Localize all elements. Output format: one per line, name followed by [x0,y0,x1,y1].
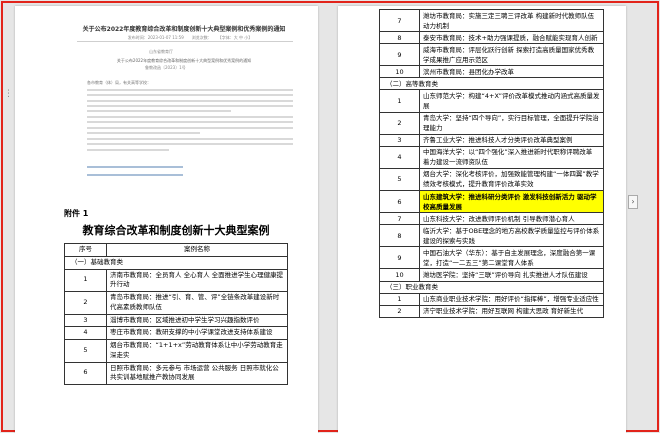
row-number: 4 [379,145,420,169]
row-number: 9 [379,43,420,67]
case-name: 青岛大学：坚持“四个导向”，实行目标管理，全面提升学院治理能力 [419,111,604,135]
case-name: 山东科技大学：改进教师评价机制 引导教师潜心育人 [419,212,604,226]
row-number: 6 [379,189,420,214]
table-header-row: 序号 案例名称 [64,243,288,257]
notice-doc-number: 鲁教改函〔2023〕1号 [145,65,186,70]
row-number: 1 [379,292,420,306]
section-label: （一）基础教育类 [64,255,288,270]
section-label: （三）职业教育类 [379,280,604,294]
row-number: 2 [379,304,420,318]
row-number: 1 [379,89,420,113]
notice-paragraph [87,116,293,137]
case-name: 山东师范大学：构建“4+X”评价改革模式推动内涵式高质量发展 [419,89,604,113]
row-number: 3 [64,313,107,328]
case-name: 青岛市教育局：推进“引、育、管、评”全链条改革建设新时代高素质教师队伍 [106,291,288,315]
table-row: 5 烟台市教育局：“1+1+x”劳动教育体系让中小学劳动教育走深走实 [64,339,288,363]
table-row: 4 枣庄市教育局：教研支撑的中小学课堂改进支持体系建设 [64,326,288,340]
table-row: 10 滨州市教育局：县团化办学改革 [379,65,604,79]
notice-subtitle: 关于公布2022年度教育综合改革和制度创新十大典型案例和优秀案例的通知 [116,58,252,63]
row-number: 1 [64,268,107,292]
case-name: 淄博市教育局：区域推进初中学生学习兴趣指数评价 [106,313,288,328]
table-row: 3 齐鲁工业大学：推进科技人才分类评价改革典型案例 [379,133,604,147]
case-name: 济南市教育局：全员育人 全心育人 全面推进学生心理健康提升行动 [106,268,288,292]
table-row: 2 青岛市教育局：推进“引、育、管、评”全链条改革建设新时代高素质教师队伍 [64,291,288,315]
case-name: 滨州市教育局：县团化办学改革 [419,65,604,79]
row-number: 6 [64,361,107,385]
section-label: （二）高等教育类 [379,77,604,91]
notice-paragraph [87,138,293,154]
row-number: 4 [64,326,107,340]
case-name: 中国海洋大学：以“四个强化”深入推进新时代职称评聘改革 着力建设一流师资队伍 [419,145,604,169]
case-name: 潍坊市教育局：实施三定三聘三评改革 构建新时代教师队伍动力机制 [419,8,604,33]
column-header-no: 序号 [64,243,107,257]
table-row-highlighted: 6 山东建筑大学：推进科研分类评价 激发科技创新活力 驱动学校高质量发展 [379,189,604,214]
drag-handle-icon[interactable]: ⋮⋮ [4,90,21,104]
case-name: 泰安市教育局：技术+助力强课提质，融合赋能实现育人创新 [419,31,604,45]
table-row: 2 济宁职业技术学院：用好互联网 构建大思政 育好新生代 [379,304,604,318]
table-row: 1 济南市教育局：全员育人 全心育人 全面推进学生心理健康提升行动 [64,268,288,292]
case-name: 中国石油大学（华东）：基于自主发展理念，深度融合第一课堂，打造“一二五三”第二课… [419,246,604,270]
case-name: 临沂大学：基于OBE理念的地方高校教学质量监控与评价体系建设的探索与实践 [419,224,604,248]
divider [77,41,293,42]
case-name: 烟台大学：深化考核评价，加强致能管理构建“一体四翼”教学绩效考核模式，提升教育评… [419,167,604,192]
row-number: 8 [379,224,420,248]
row-number: 2 [379,111,420,135]
row-number: 9 [379,246,420,270]
row-number: 7 [379,8,420,33]
case-name: 枣庄市教育局：教研支撑的中小学课堂改进支持体系建设 [106,326,288,340]
table-row: 1 山东商业职业技术学院：用好评价“指挥棒”，增强专业适应性 [379,292,604,306]
table-row: 4 中国海洋大学：以“四个强化”深入推进新时代职称评聘改革 着力建设一流师资队伍 [379,145,604,169]
attachment-links[interactable] [87,166,183,182]
row-number: 10 [379,268,420,282]
notice-source: 山东省教育厅 [149,49,173,54]
cases-table-right: 7 潍坊市教育局：实施三定三聘三评改革 构建新时代教师队伍动力机制 8 泰安市教育局… [379,8,604,318]
case-name: 齐鲁工业大学：推进科技人才分类评价改革典型案例 [419,133,604,147]
annex-title: 教育综合改革和制度创新十大典型案例 [82,224,270,237]
table-row: 1 山东师范大学：构建“4+X”评价改革模式推动内涵式高质量发展 [379,89,604,113]
table-row: 7 潍坊市教育局：实施三定三聘三评改革 构建新时代教师队伍动力机制 [379,8,604,33]
case-name-highlighted: 山东建筑大学：推进科研分类评价 激发科技创新活力 驱动学校高质量发展 [419,189,604,214]
attachment-link[interactable] [87,166,183,168]
table-row: 9 中国石油大学（华东）：基于自主发展理念，深度融合第一课堂，打造“一二五三”第二… [379,246,604,270]
table-row: 3 淄博市教育局：区域推进初中学生学习兴趣指数评价 [64,313,288,328]
table-row: 10 潍坊医学院：坚持“三联”评价导向 扎实推进人才队伍建设 [379,268,604,282]
case-name: 济宁职业技术学院：用好互联网 构建大思政 育好新生代 [419,304,604,318]
table-row: 8 临沂大学：基于OBE理念的地方高校教学质量监控与评价体系建设的探索与实践 [379,224,604,248]
section-row: （一）基础教育类 [64,255,288,270]
notice-greeting: 各市教育（体）局，有关高等学校： [87,80,151,85]
row-number: 7 [379,212,420,226]
notice-paragraph [87,89,293,115]
annex-label: 附件 1 [64,209,89,218]
row-number: 5 [379,167,420,192]
case-name: 日照市教育局：多元参与 市场运营 公共服务 日照市就化公共实训基地赋推产教协同发… [106,361,288,385]
table-row: 2 青岛大学：坚持“四个导向”，实行目标管理，全面提升学院治理能力 [379,111,604,135]
cases-table-left: 序号 案例名称 （一）基础教育类 1 济南市教育局：全员育人 全心育人 全面推进学… [64,243,288,385]
side-collapse-icon[interactable]: › [628,195,638,209]
notice-title: 关于公布2022年度教育综合改革和制度创新十大典型案例和优秀案例的通知 [82,26,286,33]
case-name: 威海市教育局：评层化跃行创新 探索打造高质量国家优秀教学成果推广应用示范区 [419,43,604,67]
row-number: 8 [379,31,420,45]
case-name: 山东商业职业技术学院：用好评价“指挥棒”，增强专业适应性 [419,292,604,306]
table-row: 5 烟台大学：深化考核评价，加强致能管理构建“一体四翼”教学绩效考核模式，提升教育… [379,167,604,192]
document-page-left: 关于公布2022年度教育综合改革和制度创新十大典型案例和优秀案例的通知 发布时间… [15,6,318,433]
row-number: 5 [64,339,107,363]
attachment-link[interactable] [87,174,183,176]
row-number: 2 [64,291,107,315]
section-row: （三）职业教育类 [379,280,604,294]
table-row: 6 日照市教育局：多元参与 市场运营 公共服务 日照市就化公共实训基地赋推产教协同… [64,361,288,385]
case-name: 烟台市教育局：“1+1+x”劳动教育体系让中小学劳动教育走深走实 [106,339,288,363]
row-number: 3 [379,133,420,147]
table-row: 9 威海市教育局：评层化跃行创新 探索打造高质量国家优秀教学成果推广应用示范区 [379,43,604,67]
section-row: （二）高等教育类 [379,77,604,91]
document-page-right: 7 潍坊市教育局：实施三定三聘三评改革 构建新时代教师队伍动力机制 8 泰安市教育局… [338,6,626,433]
table-row: 7 山东科技大学：改进教师评价机制 引导教师潜心育人 [379,212,604,226]
table-row: 8 泰安市教育局：技术+助力强课提质，融合赋能实现育人创新 [379,31,604,45]
row-number: 10 [379,65,420,79]
column-header-name: 案例名称 [106,243,288,257]
case-name: 潍坊医学院：坚持“三联”评价导向 扎实推进人才队伍建设 [419,268,604,282]
